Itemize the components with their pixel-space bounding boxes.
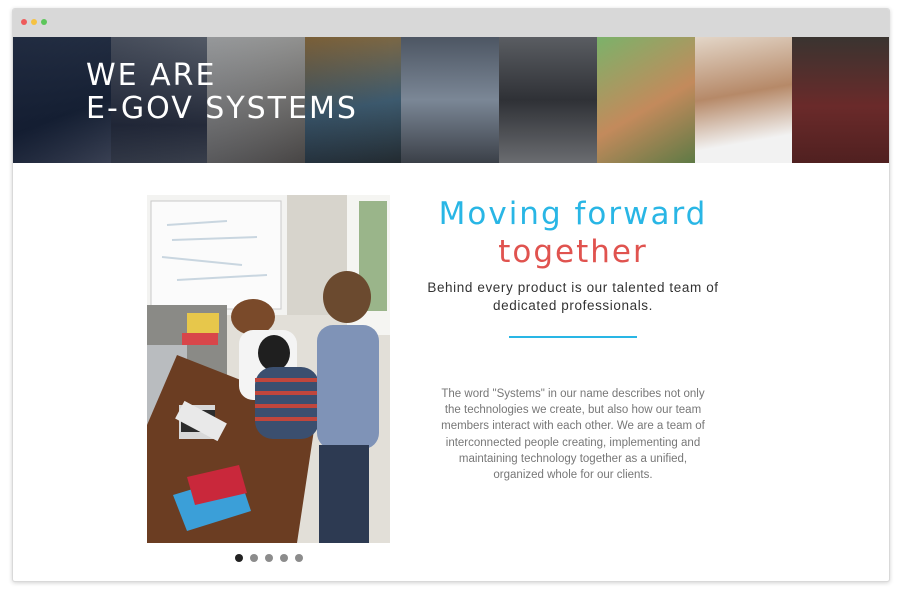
maximize-window-icon[interactable] [41, 19, 47, 25]
body-line-5: maintaining technology together as a uni… [458, 452, 688, 465]
section-heading-line1: Moving forward [438, 196, 708, 232]
hero-photo-7 [597, 37, 695, 163]
hero-title-line2: E-GOV SYSTEMS [86, 91, 358, 126]
carousel-dot-1[interactable] [235, 554, 243, 562]
body-line-4: interconnected people creating, implemen… [445, 436, 701, 449]
hero-title: WE ARE E-GOV SYSTEMS [86, 59, 358, 125]
carousel-dot-2[interactable] [250, 554, 258, 562]
body-line-3: members interact with each other. We are… [441, 420, 705, 433]
minimize-window-icon[interactable] [31, 19, 37, 25]
carousel-dot-4[interactable] [280, 554, 288, 562]
carousel-dot-5[interactable] [295, 554, 303, 562]
section-heading-line2: together [498, 234, 648, 270]
browser-window: WE ARE E-GOV SYSTEMS Moving forward toge… [12, 8, 890, 582]
body-line-6: organized whole for our clients. [493, 469, 653, 482]
subtitle-line1: Behind every product is our talented tea… [427, 280, 719, 295]
close-window-icon[interactable] [21, 19, 27, 25]
body-line-1: The word "Systems" in our name describes… [441, 388, 705, 400]
team-photo [147, 195, 390, 543]
subtitle-line2: dedicated professionals. [493, 298, 653, 313]
carousel-dot-3[interactable] [265, 554, 273, 562]
hero-title-line1: WE ARE [86, 58, 217, 93]
section-body: The word "Systems" in our name describes… [433, 386, 713, 483]
hero-photo-6 [499, 37, 597, 163]
hero-photo-5 [401, 37, 499, 163]
body-line-2: the technologies we create, but also how… [444, 404, 702, 417]
hero-photo-9 [792, 37, 889, 163]
team-photo-illustration [147, 195, 390, 543]
section-divider [509, 336, 637, 338]
hero-photo-8 [695, 37, 792, 163]
section-subtitle: Behind every product is our talented tea… [408, 279, 738, 315]
window-titlebar [13, 9, 889, 37]
hero-banner: WE ARE E-GOV SYSTEMS [13, 37, 889, 163]
